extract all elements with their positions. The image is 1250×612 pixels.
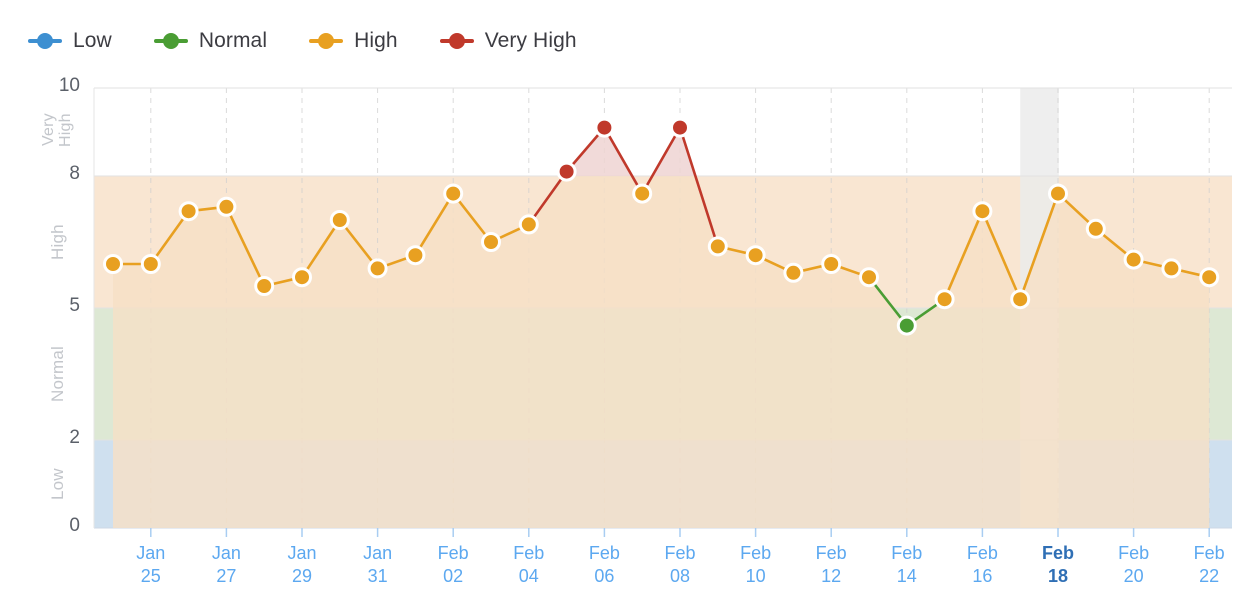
y-axis-band-label-normal: Normal bbox=[48, 346, 68, 402]
data-point[interactable] bbox=[178, 201, 199, 222]
data-point[interactable] bbox=[821, 254, 842, 274]
data-point[interactable] bbox=[896, 315, 917, 336]
data-point[interactable] bbox=[972, 201, 993, 222]
y-axis-tick-label: 5 bbox=[69, 295, 80, 316]
y-axis-tick-label: 2 bbox=[69, 427, 80, 448]
x-axis-tick-label: Jan 25 bbox=[136, 543, 166, 586]
data-point[interactable] bbox=[1199, 267, 1220, 288]
x-axis-tick-label: Jan 29 bbox=[287, 543, 317, 586]
data-point[interactable] bbox=[632, 183, 653, 204]
data-point[interactable] bbox=[518, 214, 539, 235]
data-point[interactable] bbox=[329, 210, 350, 230]
data-point[interactable] bbox=[405, 245, 426, 266]
chart-canvas bbox=[93, 87, 1232, 537]
data-point[interactable] bbox=[745, 245, 766, 266]
x-axis-tick-label: Feb 10 bbox=[740, 543, 772, 586]
chart-page: Low Normal High Very High 0 2 5 8 10 Low Normal Hi… bbox=[0, 0, 1250, 612]
chart-plot-area: 0 2 5 8 10 Low Normal High Very High Jan 25 Jan 27… bbox=[0, 0, 1250, 612]
data-point[interactable] bbox=[1048, 183, 1068, 204]
data-point[interactable] bbox=[859, 267, 879, 288]
data-point[interactable] bbox=[934, 289, 955, 310]
data-point[interactable] bbox=[594, 117, 615, 138]
data-point[interactable] bbox=[1123, 249, 1144, 270]
y-axis-band-label-very-high: Very High bbox=[40, 113, 74, 147]
y-axis-band-label-low: Low bbox=[48, 468, 68, 500]
x-axis-tick-label: Feb 14 bbox=[891, 543, 923, 586]
x-axis-tick-label: Feb 20 bbox=[1118, 543, 1150, 586]
data-point[interactable] bbox=[670, 117, 690, 138]
x-axis-tick-label: Feb 22 bbox=[1193, 543, 1225, 586]
y-axis-tick-label: 0 bbox=[69, 515, 80, 536]
x-axis-tick-label: Feb 18 bbox=[1041, 543, 1074, 586]
data-point[interactable] bbox=[140, 254, 161, 274]
x-axis-tick-label: Feb 06 bbox=[588, 543, 620, 586]
data-point[interactable] bbox=[1085, 218, 1106, 239]
x-axis-tick-label: Feb 08 bbox=[664, 543, 696, 586]
data-point[interactable] bbox=[707, 236, 728, 257]
data-point[interactable] bbox=[367, 258, 388, 279]
data-point[interactable] bbox=[1161, 258, 1182, 279]
data-point[interactable] bbox=[556, 161, 577, 182]
x-axis-tick-label: Feb 12 bbox=[815, 543, 847, 586]
data-point[interactable] bbox=[216, 196, 237, 217]
x-axis-tick-label: Jan 31 bbox=[363, 543, 393, 586]
data-point[interactable] bbox=[292, 267, 312, 288]
x-axis-tick-label: Feb 16 bbox=[966, 543, 998, 586]
data-point[interactable] bbox=[783, 262, 804, 283]
data-point[interactable] bbox=[103, 254, 123, 274]
y-axis-band-label-high: High bbox=[48, 224, 68, 260]
data-point[interactable] bbox=[481, 232, 501, 252]
x-axis-tick-label: Feb 04 bbox=[513, 543, 545, 586]
data-point[interactable] bbox=[254, 276, 275, 296]
x-axis-tick-label: Feb 02 bbox=[437, 543, 469, 586]
x-axis-tick-label: Jan 27 bbox=[211, 543, 241, 586]
x-axis-tick-marks bbox=[150, 528, 1210, 537]
data-point[interactable] bbox=[443, 183, 464, 204]
data-point[interactable] bbox=[1010, 289, 1031, 310]
